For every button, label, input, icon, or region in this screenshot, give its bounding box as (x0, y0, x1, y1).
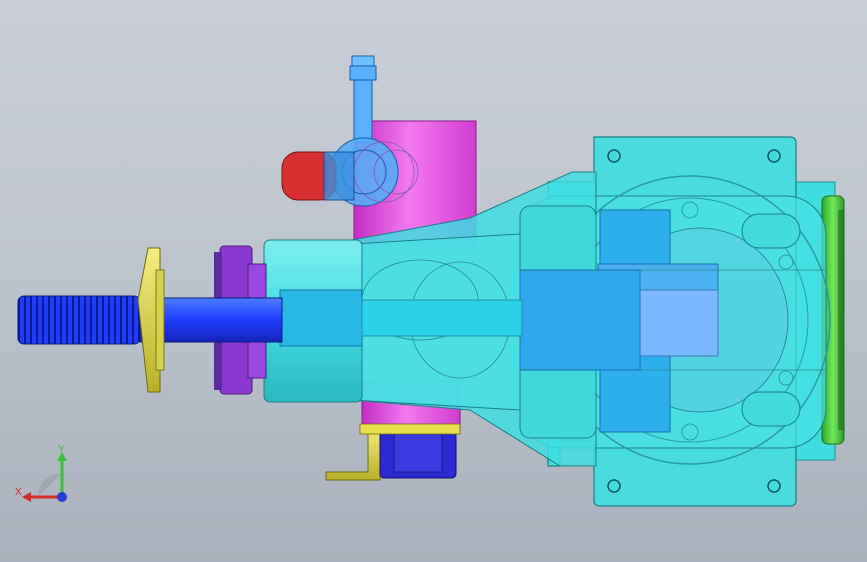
triad-y-label: Y (58, 444, 65, 455)
cad-viewport[interactable]: Y X (0, 0, 867, 562)
threaded-shaft[interactable] (17, 295, 141, 345)
yellow-flange-disc[interactable] (137, 247, 165, 393)
assembly-model[interactable] (0, 0, 867, 562)
axis-triad: Y X (15, 444, 67, 502)
red-connector[interactable] (281, 151, 355, 201)
triad-x-label: X (15, 487, 22, 498)
triad-y-axis: Y (57, 444, 67, 495)
